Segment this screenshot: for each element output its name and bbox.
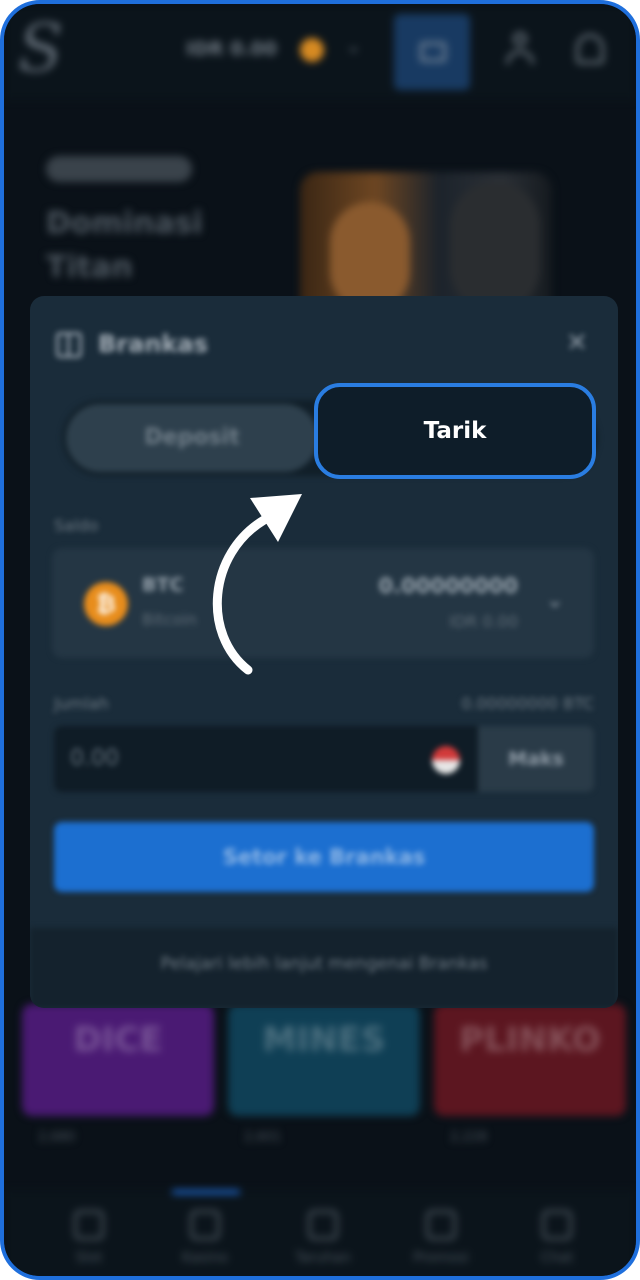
amount-label: Jumlah [54, 694, 109, 713]
modal-footer: Pelajari lebih lanjut mengenai Brankas [30, 928, 618, 1008]
deposit-to-vault-button[interactable]: Setor ke Brankas [54, 822, 594, 892]
phone-frame: S IDR 0.00 ⌄ Dominasi Titan DICE MINES P… [0, 0, 640, 1280]
game-stat: 2,680 [38, 1130, 76, 1145]
game-name: MINES [262, 1020, 386, 1060]
bitcoin-icon: ₿ [84, 582, 128, 626]
promo-title-line-2: Titan [46, 250, 133, 285]
promo-tag [46, 156, 192, 182]
wallet-balance[interactable]: IDR 0.00 [186, 38, 277, 60]
slot-icon [74, 1210, 104, 1240]
coin-idr-value: IDR 0.00 [449, 612, 518, 631]
tab-deposit[interactable]: Deposit [66, 404, 318, 472]
game-card-dice[interactable]: DICE [22, 1004, 214, 1116]
game-card-plinko[interactable]: PLINKO [434, 1004, 626, 1116]
max-button[interactable]: Maks [478, 726, 594, 792]
wallet-button[interactable] [394, 14, 470, 90]
game-name: PLINKO [459, 1020, 601, 1060]
tab-withdraw[interactable]: Tarik [314, 383, 596, 479]
learn-more-link[interactable]: Pelajari lebih lanjut mengenai Brankas [30, 954, 618, 974]
close-icon[interactable]: ✕ [566, 328, 588, 358]
promo-title-line-1: Dominasi [46, 206, 203, 241]
nav-label: Promosi [413, 1250, 469, 1266]
modal-title: Brankas [98, 330, 208, 358]
amount-input[interactable]: 0.00 [54, 726, 478, 792]
game-name: DICE [73, 1020, 163, 1060]
coin-selector[interactable]: ₿ BTC Bitcoin 0.00000000 IDR 0.00 ⌄ [52, 548, 594, 658]
nav-label: Slot [75, 1250, 103, 1266]
coin-icon [300, 38, 324, 62]
bottom-nav: Slot Kasino Taruhan Promosi Chat [4, 1190, 636, 1276]
nav-item-slot[interactable]: Slot [34, 1210, 144, 1266]
nav-label: Taruhan [295, 1250, 351, 1266]
nav-item-kasino[interactable]: Kasino [150, 1210, 260, 1266]
nav-item-taruhan[interactable]: Taruhan [268, 1210, 378, 1266]
user-icon[interactable] [504, 32, 536, 66]
brand-logo[interactable]: S [18, 10, 68, 90]
game-card-mines[interactable]: MINES [228, 1004, 420, 1116]
game-stat: 2,228 [450, 1130, 488, 1145]
game-stat: 2,601 [244, 1130, 282, 1145]
casino-icon [190, 1210, 220, 1240]
bet-icon [308, 1210, 338, 1240]
vault-icon [56, 332, 82, 358]
chevron-down-icon[interactable]: ⌄ [346, 36, 361, 57]
promo-title: Dominasi Titan [46, 202, 203, 290]
nav-item-chat[interactable]: Chat [502, 1210, 612, 1266]
coin-amount: 0.00000000 [378, 574, 518, 598]
pointer-arrow-icon [212, 494, 302, 675]
nav-indicator [172, 1190, 240, 1194]
wallet-icon [420, 42, 446, 62]
nav-label: Chat [540, 1250, 574, 1266]
coin-name: Bitcoin [142, 610, 197, 629]
nav-item-promosi[interactable]: Promosi [386, 1210, 496, 1266]
amount-max-value: 0.00000000 BTC [461, 694, 594, 713]
top-bar: S IDR 0.00 ⌄ [4, 4, 636, 100]
balance-label: Saldo [54, 516, 99, 535]
currency-flag-icon [432, 746, 460, 774]
chevron-down-icon[interactable]: ⌄ [546, 588, 564, 613]
chat-icon [542, 1210, 572, 1240]
coin-code: BTC [142, 574, 184, 596]
nav-label: Kasino [181, 1250, 229, 1266]
promo-icon [426, 1210, 456, 1240]
notification-bell-icon[interactable] [576, 34, 604, 64]
